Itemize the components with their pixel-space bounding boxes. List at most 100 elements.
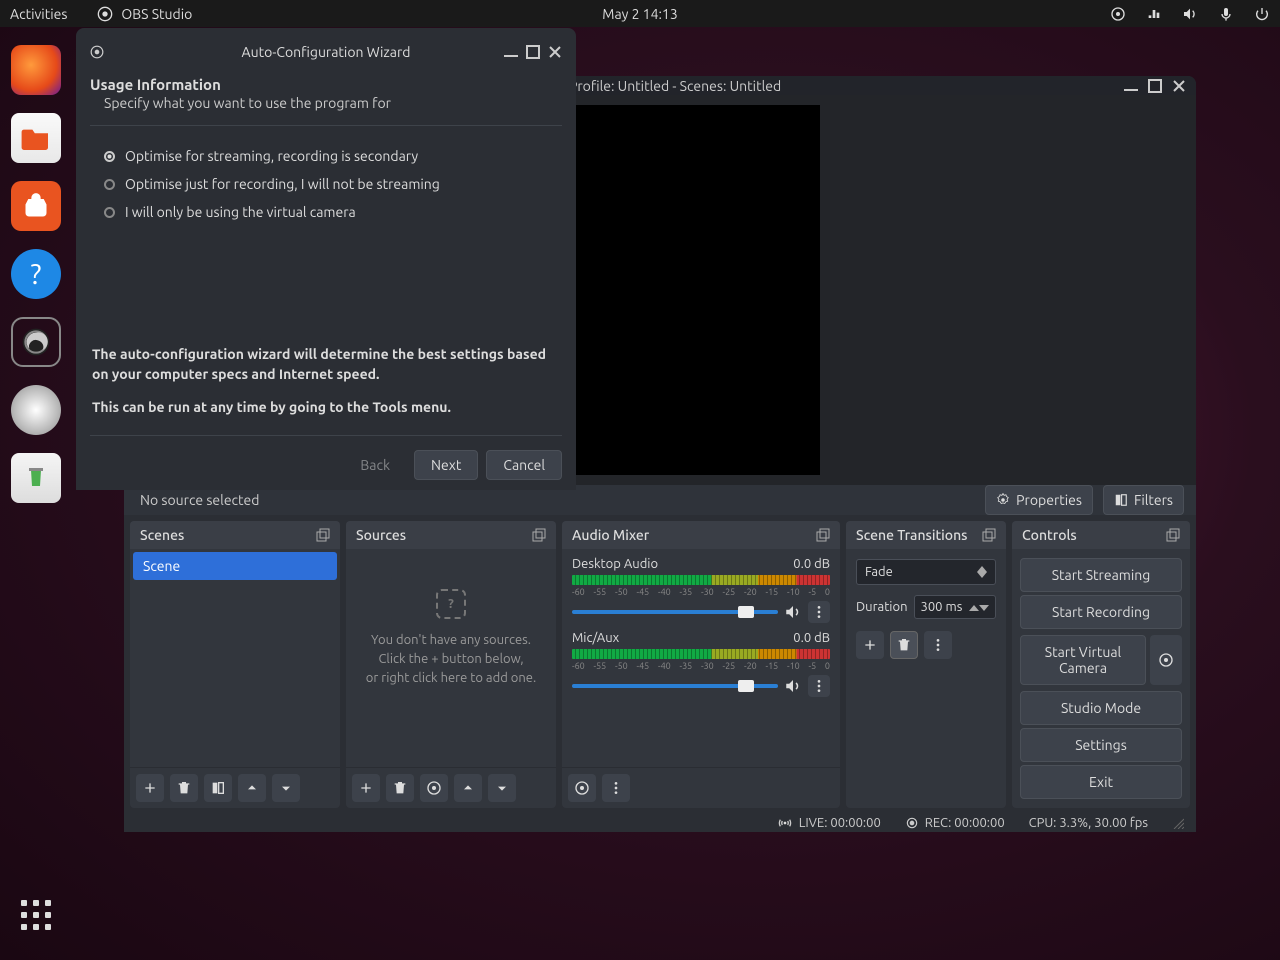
exit-button[interactable]: Exit xyxy=(1020,765,1182,799)
add-scene-button[interactable] xyxy=(136,774,164,802)
obs-icon xyxy=(97,6,113,22)
scene-item[interactable]: Scene xyxy=(133,552,337,580)
speaker-icon[interactable] xyxy=(784,677,802,695)
volume-slider[interactable] xyxy=(572,610,778,614)
duration-spinner[interactable]: 300 ms xyxy=(914,595,997,619)
audio-channel-name: Desktop Audio xyxy=(572,557,658,571)
dock-trash[interactable] xyxy=(11,453,61,503)
dock-disc[interactable] xyxy=(11,385,61,435)
source-up-button[interactable] xyxy=(454,774,482,802)
studio-mode-button[interactable]: Studio Mode xyxy=(1020,691,1182,725)
controls-title: Controls xyxy=(1022,527,1077,543)
maximize-icon[interactable] xyxy=(1148,79,1162,93)
remove-transition-button[interactable] xyxy=(890,631,918,659)
record-icon xyxy=(905,816,919,830)
audio-channel-level: 0.0 dB xyxy=(793,557,830,571)
transition-select[interactable]: Fade xyxy=(856,559,996,585)
filters-button[interactable]: Filters xyxy=(1103,485,1184,515)
audio-channel: Mic/Aux0.0 dB -60-55-50-45-40-35-30-25-2… xyxy=(562,623,840,697)
scene-down-button[interactable] xyxy=(272,774,300,802)
resize-grip-icon[interactable] xyxy=(1172,817,1184,829)
wizard-back-button: Back xyxy=(344,450,406,480)
dock-show-apps[interactable] xyxy=(11,890,61,940)
dock-files[interactable] xyxy=(11,113,61,163)
audio-menu-button[interactable] xyxy=(602,774,630,802)
popout-icon[interactable] xyxy=(982,528,996,542)
duration-label: Duration xyxy=(856,600,908,614)
status-live: LIVE: 00:00:00 xyxy=(777,815,881,831)
audio-channel: Desktop Audio0.0 dB -60-55-50-45-40-35-3… xyxy=(562,549,840,623)
topbar: Activities OBS Studio May 2 14:13 xyxy=(0,0,1280,27)
audio-channel-menu[interactable] xyxy=(808,601,830,623)
maximize-icon[interactable] xyxy=(526,45,540,59)
popout-icon[interactable] xyxy=(816,528,830,542)
obs-tray-icon[interactable] xyxy=(1110,6,1126,22)
remove-scene-button[interactable] xyxy=(170,774,198,802)
start-streaming-button[interactable]: Start Streaming xyxy=(1020,558,1182,592)
source-down-button[interactable] xyxy=(488,774,516,802)
scenes-title: Scenes xyxy=(140,527,184,543)
remove-source-button[interactable] xyxy=(386,774,414,802)
popout-icon[interactable] xyxy=(532,528,546,542)
properties-button[interactable]: Properties xyxy=(985,485,1093,515)
topbar-app[interactable]: OBS Studio xyxy=(97,6,192,22)
close-icon[interactable] xyxy=(548,45,562,59)
audio-meter xyxy=(572,649,830,659)
filters-icon xyxy=(1114,493,1128,507)
start-recording-button[interactable]: Start Recording xyxy=(1020,595,1182,629)
add-source-button[interactable] xyxy=(352,774,380,802)
transitions-title: Scene Transitions xyxy=(856,527,967,543)
audio-mixer-panel: Audio Mixer Desktop Audio0.0 dB -60-55-5… xyxy=(562,521,840,808)
sources-panel: Sources ? You don't have any sources. Cl… xyxy=(346,521,556,808)
sources-title: Sources xyxy=(356,527,406,543)
gear-icon xyxy=(996,493,1010,507)
status-cpu: CPU: 3.3%, 30.00 fps xyxy=(1029,816,1148,830)
auto-config-dialog: Auto-Configuration Wizard Usage Informat… xyxy=(76,28,576,490)
wizard-next-button[interactable]: Next xyxy=(414,450,478,480)
audio-meter xyxy=(572,575,830,585)
status-rec: REC: 00:00:00 xyxy=(905,816,1005,830)
audio-channel-name: Mic/Aux xyxy=(572,631,619,645)
speaker-icon[interactable] xyxy=(784,603,802,621)
audio-settings-button[interactable] xyxy=(568,774,596,802)
volume-icon[interactable] xyxy=(1182,6,1198,22)
vcam-settings-button[interactable] xyxy=(1150,635,1182,685)
popout-icon[interactable] xyxy=(316,528,330,542)
dialog-title: Auto-Configuration Wizard xyxy=(242,44,411,60)
wizard-option-vcam[interactable]: I will only be using the virtual camera xyxy=(90,198,562,226)
add-transition-button[interactable] xyxy=(856,631,884,659)
power-icon[interactable] xyxy=(1254,6,1270,22)
transition-menu-button[interactable] xyxy=(924,631,952,659)
settings-button[interactable]: Settings xyxy=(1020,728,1182,762)
volume-slider[interactable] xyxy=(572,684,778,688)
sources-empty[interactable]: ? You don't have any sources. Click the … xyxy=(346,549,556,688)
dock-firefox[interactable] xyxy=(11,45,61,95)
minimize-icon[interactable] xyxy=(1124,79,1138,93)
popout-icon[interactable] xyxy=(1166,528,1180,542)
microphone-icon[interactable] xyxy=(1218,6,1234,22)
audio-channel-menu[interactable] xyxy=(808,675,830,697)
scene-filter-button[interactable] xyxy=(204,774,232,802)
dock-help[interactable]: ? xyxy=(11,249,61,299)
dock-obs[interactable] xyxy=(11,317,61,367)
start-virtual-camera-button[interactable]: Start Virtual Camera xyxy=(1020,635,1146,685)
wizard-option-recording[interactable]: Optimise just for recording, I will not … xyxy=(90,170,562,198)
source-properties-button[interactable] xyxy=(420,774,448,802)
obs-icon xyxy=(90,45,104,59)
controls-panel: Controls Start Streaming Start Recording… xyxy=(1012,521,1190,808)
topbar-clock[interactable]: May 2 14:13 xyxy=(602,6,677,22)
network-icon[interactable] xyxy=(1146,6,1162,22)
radio-icon xyxy=(104,179,115,190)
topbar-app-name: OBS Studio xyxy=(121,6,192,22)
wizard-cancel-button[interactable]: Cancel xyxy=(486,450,562,480)
radio-icon xyxy=(104,207,115,218)
no-source-label: No source selected xyxy=(140,492,259,508)
activities-button[interactable]: Activities xyxy=(10,6,67,22)
wizard-option-streaming[interactable]: Optimise for streaming, recording is sec… xyxy=(90,142,562,170)
radio-icon xyxy=(104,151,115,162)
dock-software[interactable] xyxy=(11,181,61,231)
scene-up-button[interactable] xyxy=(238,774,266,802)
close-icon[interactable] xyxy=(1172,79,1186,93)
minimize-icon[interactable] xyxy=(504,45,518,59)
scenes-panel: Scenes Scene xyxy=(130,521,340,808)
